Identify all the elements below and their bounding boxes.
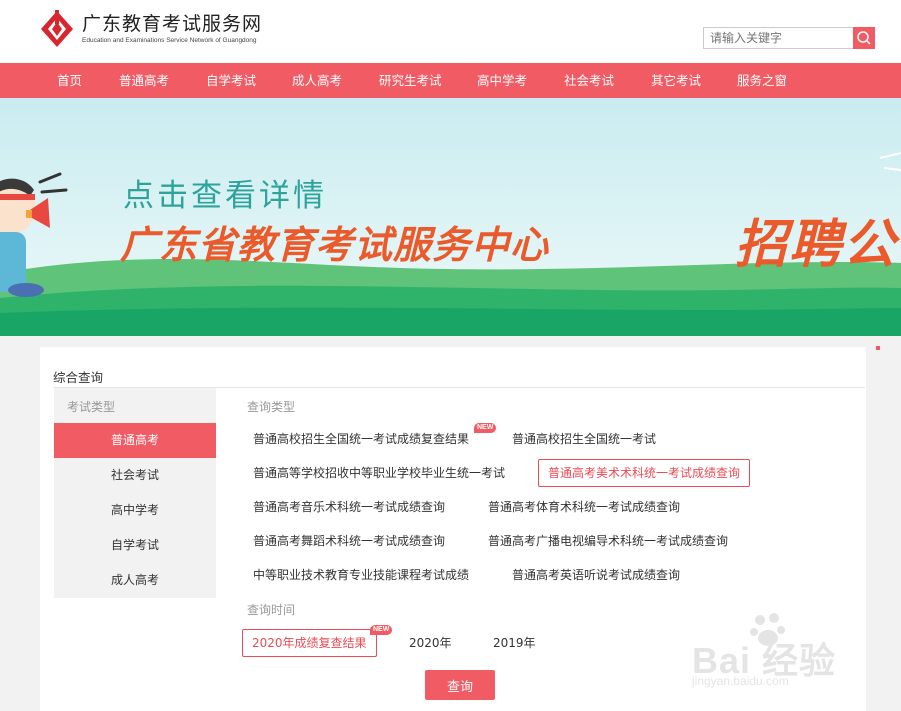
site-title[interactable]: 广东教育考试服务网 bbox=[82, 9, 262, 36]
query-type-option[interactable]: 普通高等学校招收中等职业学校毕业生统一考试 bbox=[253, 465, 505, 481]
sidebar-item-adult[interactable]: 成人高考 bbox=[54, 563, 216, 598]
search-icon bbox=[857, 31, 871, 45]
search-button[interactable] bbox=[853, 27, 875, 49]
new-badge: NEW bbox=[474, 423, 497, 433]
decorative-marker bbox=[876, 346, 880, 350]
nav-item-social[interactable]: 社会考试 bbox=[564, 63, 614, 98]
search-box bbox=[703, 27, 875, 49]
query-type-label: 查询类型 bbox=[247, 400, 296, 414]
query-type-option[interactable]: 普通高考英语听说考试成绩查询 bbox=[512, 567, 680, 583]
baidu-jingyan-watermark: Bai 经验 jingyan.baidu.com bbox=[688, 610, 858, 692]
query-submit-button[interactable]: 查询 bbox=[425, 670, 495, 700]
nav-item-adult[interactable]: 成人高考 bbox=[292, 63, 342, 98]
nav-item-home[interactable]: 首页 bbox=[57, 63, 82, 98]
query-time-option[interactable]: 2020年 bbox=[409, 635, 452, 651]
query-type-option[interactable]: 普通高考广播电视编导术科统一考试成绩查询 bbox=[488, 533, 728, 549]
query-type-option[interactable]: 普通高考音乐术科统一考试成绩查询 bbox=[253, 499, 445, 515]
site-header: 广东教育考试服务网 Education and Examinations Ser… bbox=[0, 0, 901, 63]
query-type-option[interactable]: 普通高校招生全国统一考试 bbox=[512, 431, 656, 447]
nav-item-gaokao[interactable]: 普通高考 bbox=[119, 63, 169, 98]
query-type-option[interactable]: 普通高校招生全国统一考试成绩复查结果 bbox=[253, 431, 469, 447]
exam-type-sidebar: 考试类型 普通高考 社会考试 高中学考 自学考试 成人高考 bbox=[54, 388, 216, 598]
site-subtitle: Education and Examinations Service Netwo… bbox=[82, 37, 257, 44]
nav-item-postgraduate[interactable]: 研究生考试 bbox=[379, 63, 442, 98]
new-badge: NEW bbox=[370, 625, 393, 635]
nav-item-service[interactable]: 服务之窗 bbox=[737, 63, 787, 98]
nav-item-self-study[interactable]: 自学考试 bbox=[206, 63, 256, 98]
banner-org-name: 广东省教育考试服务中心 bbox=[120, 223, 550, 267]
query-type-option[interactable]: 普通高考体育术科统一考试成绩查询 bbox=[488, 499, 680, 515]
recruitment-banner[interactable]: 点击查看详情 广东省教育考试服务中心 招聘公 bbox=[0, 98, 901, 336]
query-time-label: 查询时间 bbox=[247, 603, 296, 617]
query-time-option-selected[interactable]: 2020年成绩复查结果 bbox=[242, 629, 377, 657]
query-time-option[interactable]: 2019年 bbox=[493, 635, 536, 651]
search-input[interactable] bbox=[703, 27, 853, 49]
banner-headline: 点击查看详情 bbox=[123, 178, 327, 214]
query-type-option-selected[interactable]: 普通高考美术术科统一考试成绩查询 bbox=[538, 459, 751, 487]
sidebar-title: 考试类型 bbox=[67, 400, 116, 414]
nav-item-other[interactable]: 其它考试 bbox=[651, 63, 701, 98]
sidebar-item-high-school[interactable]: 高中学考 bbox=[54, 493, 216, 528]
main-nav: 首页 普通高考 自学考试 成人高考 研究生考试 高中学考 社会考试 其它考试 服… bbox=[0, 63, 901, 98]
panel-title: 综合查询 bbox=[53, 370, 104, 385]
nav-item-high-school[interactable]: 高中学考 bbox=[477, 63, 527, 98]
banner-recruit: 招聘公 bbox=[735, 215, 898, 275]
watermark-url: jingyan.baidu.com bbox=[692, 674, 789, 688]
query-type-option[interactable]: 中等职业技术教育专业技能课程考试成绩 bbox=[253, 567, 469, 583]
query-type-option[interactable]: 普通高考舞蹈术科统一考试成绩查询 bbox=[253, 533, 445, 549]
sidebar-item-social[interactable]: 社会考试 bbox=[54, 458, 216, 493]
sidebar-item-gaokao[interactable]: 普通高考 bbox=[54, 423, 216, 458]
site-logo-icon[interactable] bbox=[40, 10, 74, 48]
sidebar-item-self-study[interactable]: 自学考试 bbox=[54, 528, 216, 563]
